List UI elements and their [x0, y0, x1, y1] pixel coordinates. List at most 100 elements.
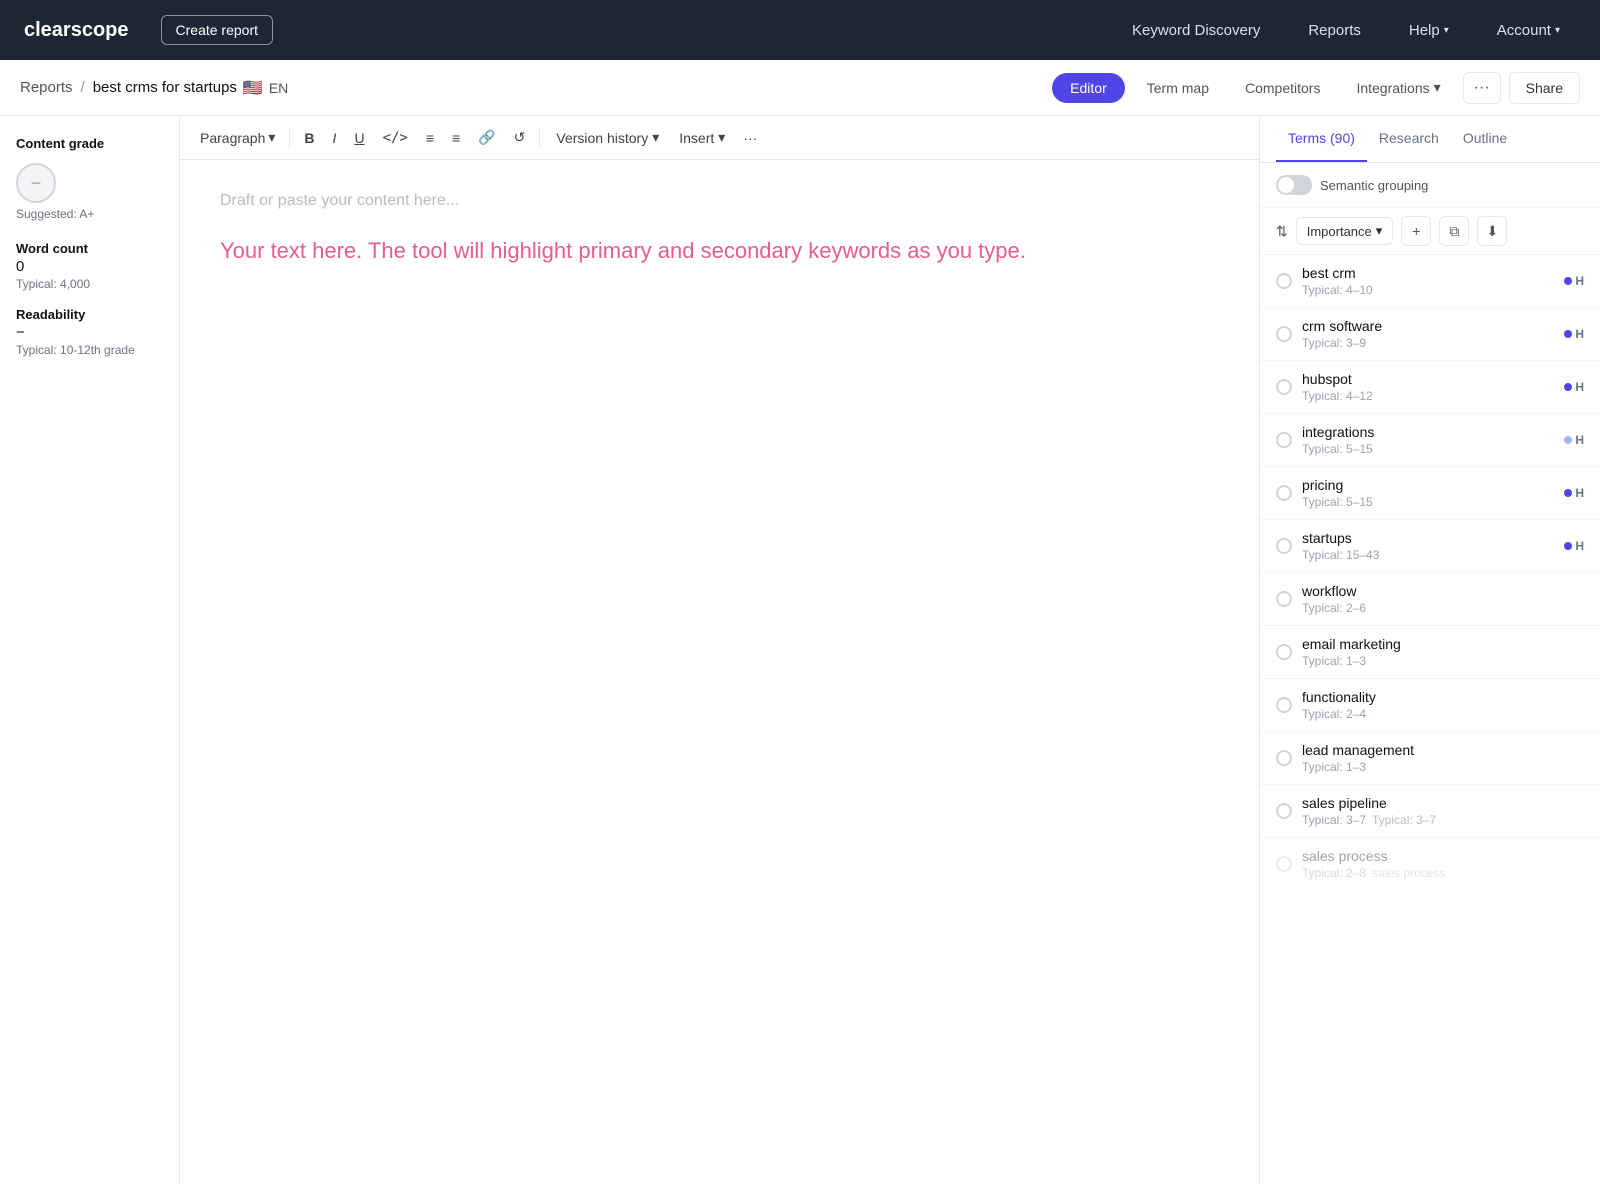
code-button[interactable]: </> [375, 125, 416, 151]
term-item[interactable]: hubspot Typical: 4–12 H [1260, 361, 1600, 414]
italic-button[interactable]: I [325, 125, 345, 151]
term-name: sales process [1302, 848, 1574, 864]
nav-reports[interactable]: Reports [1292, 14, 1377, 47]
create-report-button[interactable]: Create report [161, 15, 273, 45]
editor-content[interactable]: Draft or paste your content here... Your… [180, 160, 1259, 1184]
term-badge: H [1564, 327, 1584, 341]
term-checkbox[interactable] [1276, 750, 1292, 766]
nav-account[interactable]: Account ▾ [1481, 14, 1576, 47]
share-button[interactable]: Share [1509, 72, 1580, 104]
term-checkbox[interactable] [1276, 379, 1292, 395]
toggle-knob [1278, 177, 1294, 193]
bullets-button[interactable]: ≡ [418, 125, 442, 151]
integrations-tab-button[interactable]: Integrations ▾ [1342, 72, 1454, 103]
bold-button[interactable]: B [296, 125, 322, 151]
numbered-list-button[interactable]: ≡ [444, 125, 468, 151]
term-item[interactable]: email marketing Typical: 1–3 [1260, 626, 1600, 679]
toolbar-separator-1 [289, 128, 290, 148]
term-item[interactable]: pricing Typical: 5–15 H [1260, 467, 1600, 520]
term-name: sales pipeline [1302, 795, 1574, 811]
word-count-typical: Typical: 4,000 [16, 277, 163, 291]
link-button[interactable]: 🔗 [470, 124, 503, 151]
term-name: hubspot [1302, 371, 1554, 387]
main-layout: Content grade − Suggested: A+ Word count… [0, 116, 1600, 1184]
toolbar-more-button[interactable]: ··· [735, 125, 765, 151]
term-badge: H [1564, 539, 1584, 553]
term-map-tab-button[interactable]: Term map [1133, 73, 1223, 103]
term-typical: Typical: 15–43 [1302, 548, 1379, 562]
version-history-button[interactable]: Version history ▾ [546, 124, 669, 151]
word-count-metric: Word count 0 Typical: 4,000 [16, 241, 163, 291]
term-checkbox[interactable] [1276, 803, 1292, 819]
term-info: lead management Typical: 1–3 [1302, 742, 1574, 774]
nav-keyword-discovery[interactable]: Keyword Discovery [1116, 14, 1276, 47]
word-count-value: 0 [16, 258, 163, 275]
term-name: crm software [1302, 318, 1554, 334]
term-checkbox[interactable] [1276, 697, 1292, 713]
term-item[interactable]: workflow Typical: 2–6 [1260, 573, 1600, 626]
importance-select[interactable]: Importance ▾ [1296, 217, 1394, 245]
term-checkbox[interactable] [1276, 485, 1292, 501]
readability-metric: Readability − Typical: 10-12th grade [16, 307, 163, 357]
term-badge-dot [1564, 436, 1572, 444]
term-checkbox[interactable] [1276, 591, 1292, 607]
insert-button[interactable]: Insert ▾ [671, 124, 733, 151]
term-checkbox[interactable] [1276, 538, 1292, 554]
version-history-chevron-icon: ▾ [652, 129, 659, 146]
top-navigation: clearscope Create report Keyword Discove… [0, 0, 1600, 60]
nav-help[interactable]: Help ▾ [1393, 14, 1465, 47]
term-item[interactable]: crm software Typical: 3–9 H [1260, 308, 1600, 361]
term-typical-ghost: Typical: 3–7 [1372, 813, 1436, 827]
term-item[interactable]: best crm Typical: 4–10 H [1260, 255, 1600, 308]
account-chevron-icon: ▾ [1555, 25, 1560, 36]
term-item[interactable]: startups Typical: 15–43 H [1260, 520, 1600, 573]
help-chevron-icon: ▾ [1444, 25, 1449, 36]
term-checkbox[interactable] [1276, 432, 1292, 448]
copy-button[interactable]: ⧉ [1439, 216, 1469, 246]
terms-filter-row: ⇅ Importance ▾ + ⧉ ⬇ [1260, 208, 1600, 255]
term-checkbox[interactable] [1276, 856, 1292, 872]
term-typical: Typical: 2–6 [1302, 601, 1366, 615]
readability-value: − [16, 324, 163, 341]
term-item[interactable]: functionality Typical: 2–4 [1260, 679, 1600, 732]
tab-outline[interactable]: Outline [1451, 116, 1519, 162]
term-checkbox[interactable] [1276, 326, 1292, 342]
term-info: integrations Typical: 5–15 [1302, 424, 1554, 456]
tab-research[interactable]: Research [1367, 116, 1451, 162]
flag-icon: 🇺🇸 [243, 78, 263, 98]
term-item[interactable]: integrations Typical: 5–15 H [1260, 414, 1600, 467]
term-typical: Typical: 5–15 [1302, 442, 1373, 456]
readability-typical: Typical: 10-12th grade [16, 343, 163, 357]
breadcrumb-reports-link[interactable]: Reports [20, 79, 73, 96]
tab-terms[interactable]: Terms (90) [1276, 116, 1367, 162]
download-button[interactable]: ⬇ [1477, 216, 1507, 246]
add-filter-button[interactable]: + [1401, 216, 1431, 246]
undo-button[interactable]: ↺ [506, 124, 534, 151]
term-checkbox[interactable] [1276, 644, 1292, 660]
term-badge-dot [1564, 383, 1572, 391]
term-item[interactable]: lead management Typical: 1–3 [1260, 732, 1600, 785]
insert-chevron-icon: ▾ [718, 129, 725, 146]
paragraph-button[interactable]: Paragraph ▾ [192, 124, 283, 151]
competitors-tab-button[interactable]: Competitors [1231, 73, 1334, 103]
term-item[interactable]: sales pipeline Typical: 3–7 Typical: 3–7 [1260, 785, 1600, 838]
semantic-grouping-toggle[interactable] [1276, 175, 1312, 195]
more-options-button[interactable]: ··· [1463, 72, 1501, 104]
integrations-chevron-icon: ▾ [1434, 79, 1441, 96]
term-badge-label: H [1575, 327, 1584, 341]
editor-tab-button[interactable]: Editor [1052, 73, 1125, 103]
term-checkbox[interactable] [1276, 273, 1292, 289]
term-name: email marketing [1302, 636, 1574, 652]
term-typical: Typical: 1–3 [1302, 654, 1366, 668]
sidebar: Content grade − Suggested: A+ Word count… [0, 116, 180, 1184]
term-item[interactable]: sales process Typical: 2–8 sales process [1260, 838, 1600, 891]
app-logo: clearscope [24, 19, 129, 42]
term-name: pricing [1302, 477, 1554, 493]
editor-placeholder: Draft or paste your content here... [220, 192, 1219, 210]
underline-button[interactable]: U [346, 125, 372, 151]
term-name: functionality [1302, 689, 1574, 705]
toolbar-separator-2 [539, 128, 540, 148]
semantic-grouping-row: Semantic grouping [1260, 163, 1600, 208]
term-info: startups Typical: 15–43 [1302, 530, 1554, 562]
term-info: email marketing Typical: 1–3 [1302, 636, 1574, 668]
